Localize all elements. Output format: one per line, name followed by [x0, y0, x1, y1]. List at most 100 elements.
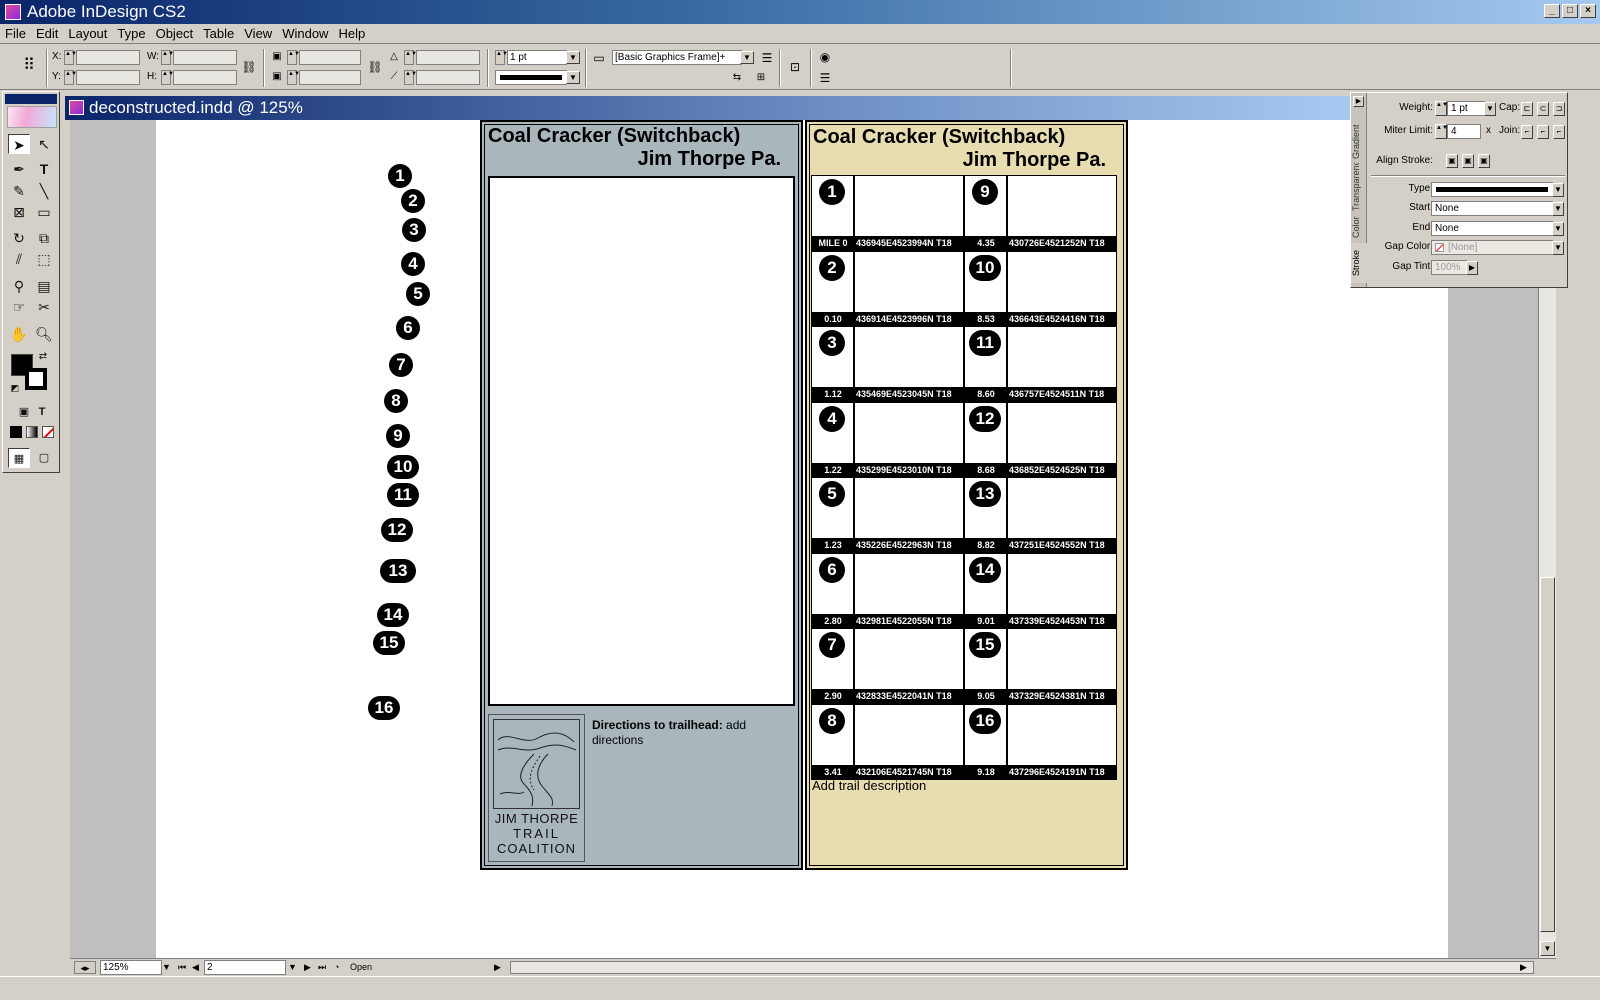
apply-none-icon[interactable] — [42, 426, 54, 438]
rotate-field[interactable] — [416, 50, 480, 65]
stroke-type-field[interactable] — [495, 70, 567, 85]
zoom-tool-icon[interactable]: 🔍︎ — [33, 324, 55, 344]
waypoint-cell[interactable]: 14 9.01 437339E4524453N T18 — [964, 553, 1117, 629]
projecting-cap-icon[interactable]: ⊐ — [1553, 102, 1565, 116]
w-field[interactable] — [173, 50, 237, 65]
link-scale-icon[interactable]: ⛓ — [366, 58, 384, 76]
gradient-tool-icon[interactable]: ▤ — [33, 276, 55, 296]
marker-5[interactable]: 5 — [406, 282, 430, 306]
weight-dropdown[interactable]: ▼ — [1484, 102, 1496, 116]
waypoint-cell[interactable]: 3 1.12 435469E4523045N T18 — [811, 326, 964, 402]
align-center-icon[interactable]: ▣ — [1446, 154, 1458, 168]
object-style-options-icon[interactable]: ☰ — [758, 49, 776, 67]
control-menu-icon[interactable]: ☰ — [816, 69, 834, 87]
waypoint-cell[interactable]: 10 8.53 436643E4524416N T18 — [964, 251, 1117, 327]
waypoint-cell[interactable]: 11 8.60 436757E4524511N T18 — [964, 326, 1117, 402]
bevel-join-icon[interactable]: ⌐ — [1553, 125, 1565, 139]
eyedropper-tool-icon[interactable]: ⚲ — [8, 276, 30, 296]
scissors-tool-icon[interactable]: ✂ — [33, 297, 55, 317]
constrain-proportions-icon[interactable]: ⛓ — [240, 58, 258, 76]
menu-type[interactable]: Type — [112, 24, 150, 42]
menu-file[interactable]: File — [0, 24, 31, 42]
first-page-icon[interactable]: ⏮ — [178, 961, 186, 974]
minimize-button[interactable]: _ — [1544, 4, 1560, 18]
selection-tool-icon[interactable]: ➤ — [8, 134, 30, 154]
last-page-icon[interactable]: ⏭ — [318, 961, 326, 974]
marker-14[interactable]: 14 — [377, 603, 409, 627]
trail-photo-frame[interactable] — [488, 176, 795, 706]
panel-collapse-icon[interactable]: ▶ — [1353, 96, 1364, 107]
status-menu-arrow[interactable]: ▶ — [494, 961, 501, 974]
start-dropdown[interactable]: ▼ — [1552, 202, 1564, 216]
y-spinner[interactable]: ▲▼ — [64, 70, 77, 85]
waypoint-cell[interactable]: 8 3.41 432106E4521745N T18 — [811, 704, 964, 780]
h-spinner[interactable]: ▲▼ — [161, 70, 174, 85]
right-card-subtitle[interactable]: Jim Thorpe Pa. — [963, 149, 1106, 172]
waypoint-cell[interactable]: 1 MILE 0 436945E4523994N T18 — [811, 175, 964, 251]
gap-color-field[interactable]: [None] — [1431, 240, 1553, 255]
gap-tint-slider-button[interactable]: ▶ — [1466, 261, 1478, 275]
zoom-field[interactable]: 125% — [100, 960, 162, 975]
weight-spinner[interactable]: ▲▼ — [1435, 101, 1448, 116]
miter-spinner[interactable]: ▲▼ — [1435, 124, 1448, 139]
stroke-weight-dropdown[interactable]: ▼ — [566, 51, 580, 64]
maximize-button[interactable]: □ — [1562, 4, 1578, 18]
open-status-label[interactable]: Open — [350, 961, 372, 974]
direct-selection-tool-icon[interactable]: ↖ — [33, 134, 55, 154]
page-number-field[interactable]: 2 — [204, 960, 286, 975]
object-style-field[interactable]: [Basic Graphics Frame]+ — [612, 50, 742, 65]
next-page-icon[interactable]: ▶ — [304, 961, 311, 974]
end-dropdown[interactable]: ▼ — [1552, 222, 1564, 236]
waypoint-cell[interactable]: 7 2.90 432833E4522041N T18 — [811, 628, 964, 704]
marker-7[interactable]: 7 — [389, 353, 413, 377]
weight-field[interactable]: 1 pt — [1447, 101, 1485, 116]
butt-cap-icon[interactable]: ⊏ — [1521, 102, 1533, 116]
clear-overrides-icon[interactable]: ⇆ — [728, 69, 746, 87]
right-trail-card[interactable]: Coal Cracker (Switchback) Jim Thorpe Pa.… — [805, 120, 1128, 870]
gap-color-dropdown[interactable]: ▼ — [1552, 241, 1564, 255]
menu-window[interactable]: Window — [277, 24, 333, 42]
stroke-type-dropdown[interactable]: ▼ — [566, 71, 580, 84]
directions-text-frame[interactable]: Directions to trailhead: add directions — [592, 718, 797, 748]
rectangle-tool-icon[interactable]: ▭ — [33, 202, 55, 222]
align-outside-icon[interactable]: ▣ — [1478, 154, 1490, 168]
scale-x-spinner[interactable]: ▲▼ — [287, 50, 300, 65]
marker-2[interactable]: 2 — [401, 189, 425, 213]
scrollbar-thumb[interactable] — [1540, 577, 1555, 932]
x-spinner[interactable]: ▲▼ — [64, 50, 77, 65]
type-dropdown[interactable]: ▼ — [1552, 183, 1564, 197]
miter-limit-field[interactable]: 4 — [1447, 124, 1481, 139]
left-card-subtitle[interactable]: Jim Thorpe Pa. — [638, 148, 781, 171]
menu-layout[interactable]: Layout — [63, 24, 112, 42]
pencil-tool-icon[interactable]: ✎ — [8, 181, 30, 201]
trail-coalition-logo[interactable]: JIM THORPE TRAIL COALITION — [488, 714, 585, 862]
shear-field[interactable] — [416, 70, 480, 85]
marker-6[interactable]: 6 — [396, 316, 420, 340]
rectangle-frame-tool-icon[interactable]: ⊠ — [8, 202, 30, 222]
waypoint-cell[interactable]: 6 2.80 432981E4522055N T18 — [811, 553, 964, 629]
zoom-dropdown-icon[interactable]: ▼ — [162, 961, 171, 974]
previous-page-icon[interactable]: ◀ — [192, 961, 199, 974]
marker-10[interactable]: 10 — [387, 455, 419, 479]
round-join-icon[interactable]: ⌐ — [1537, 125, 1549, 139]
button-tool-icon[interactable]: ☞ — [8, 297, 30, 317]
waypoint-cell[interactable]: 4 1.22 435299E4523010N T18 — [811, 402, 964, 478]
scroll-right-arrow[interactable]: ▶ — [1520, 961, 1527, 974]
menu-help[interactable]: Help — [333, 24, 370, 42]
stroke-weight-spinner[interactable]: ▲▼ — [495, 50, 508, 65]
marker-4[interactable]: 4 — [401, 252, 425, 276]
menu-view[interactable]: View — [239, 24, 277, 42]
rotate-tool-icon[interactable]: ↻ — [8, 228, 30, 248]
page-dropdown-icon[interactable]: ▼ — [288, 961, 297, 974]
scale-y-field[interactable] — [299, 70, 361, 85]
stroke-weight-field[interactable]: 1 pt — [507, 50, 567, 65]
shear-tool-icon[interactable]: ⫽ — [8, 249, 30, 269]
menu-object[interactable]: Object — [151, 24, 199, 42]
marker-13[interactable]: 13 — [380, 559, 416, 583]
y-field[interactable] — [76, 70, 140, 85]
select-container-icon[interactable]: ⊡ — [786, 58, 804, 76]
waypoint-cell[interactable]: 12 8.68 436852E4524525N T18 — [964, 402, 1117, 478]
marker-15[interactable]: 15 — [373, 631, 405, 655]
waypoint-cell[interactable]: 16 9.18 437296E4524191N T18 — [964, 704, 1117, 780]
normal-view-mode-icon[interactable]: ▦ — [8, 448, 30, 468]
